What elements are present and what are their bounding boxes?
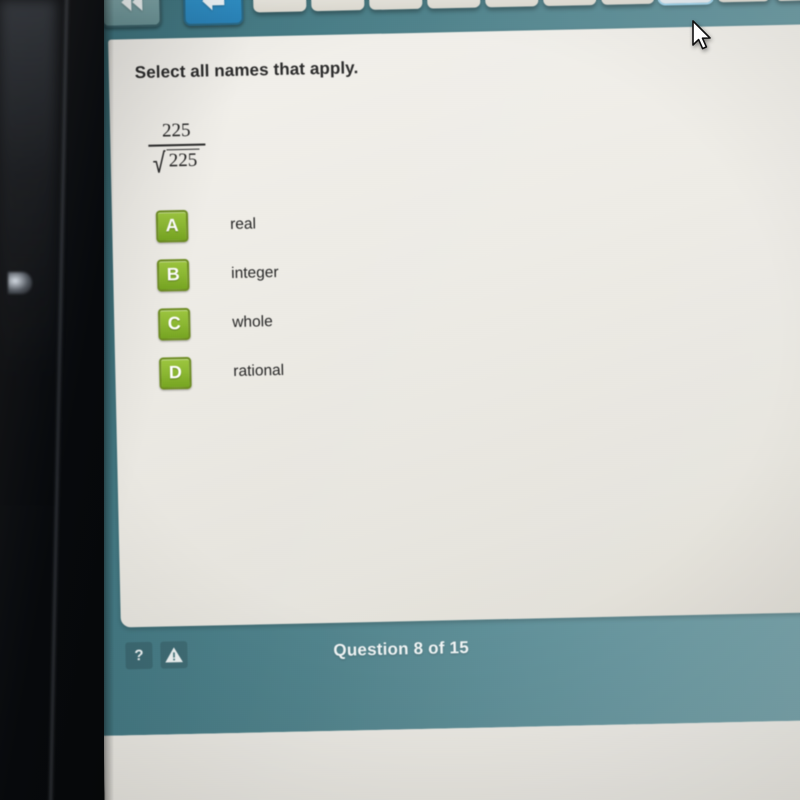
choice-letter-badge-d[interactable]: D — [158, 356, 192, 390]
alert-button[interactable] — [160, 640, 188, 669]
answer-choice-d[interactable]: D rational — [158, 346, 285, 398]
bezel-reflection — [0, 0, 56, 520]
help-button[interactable]: ? — [125, 641, 153, 669]
fraction-denominator: 225 — [148, 145, 205, 174]
fraction-numerator: 225 — [161, 119, 191, 142]
choice-letter-badge-c[interactable]: C — [157, 307, 191, 341]
question-tab-9[interactable]: 9 — [716, 0, 771, 3]
double-chevron-left-icon — [117, 0, 145, 13]
question-tab-5[interactable]: 5 — [484, 0, 539, 8]
question-tab-10[interactable]: 10 — [774, 0, 800, 2]
status-icon-group: ? — [125, 640, 188, 669]
square-root-group: 225 — [152, 148, 200, 174]
math-expression: 225 225 — [148, 120, 206, 175]
answer-choice-c[interactable]: C whole — [157, 297, 284, 349]
photo-of-screen: 1 2 3 4 5 6 7 8 9 10 Select all names th… — [0, 0, 800, 800]
question-tab-6[interactable]: 6 — [542, 0, 597, 7]
answer-choice-b[interactable]: B integer — [156, 248, 283, 300]
choice-label-d: rational — [233, 361, 285, 380]
choice-label-c: whole — [232, 312, 273, 331]
radicand-value: 225 — [166, 148, 200, 172]
question-counter: Question 8 of 15 — [333, 637, 470, 660]
back-arrow-icon — [199, 0, 226, 12]
question-tab-7[interactable]: 7 — [600, 0, 655, 5]
choice-label-b: integer — [230, 263, 279, 282]
question-tab-3[interactable]: 3 — [368, 0, 423, 10]
bezel-notch-highlight — [8, 272, 32, 294]
question-content-panel: Select all names that apply. 225 225 A r… — [108, 23, 800, 628]
choice-label-a: real — [229, 214, 257, 233]
app-chrome: 1 2 3 4 5 6 7 8 9 10 Select all names th… — [86, 0, 800, 736]
question-tab-4[interactable]: 4 — [426, 0, 481, 9]
choice-letter-badge-b[interactable]: B — [156, 258, 190, 292]
question-mark-icon: ? — [134, 646, 144, 664]
screen-surface: 1 2 3 4 5 6 7 8 9 10 Select all names th… — [86, 0, 800, 800]
warning-triangle-icon — [164, 646, 183, 663]
choice-letter-badge-a[interactable]: A — [155, 209, 189, 243]
answer-choice-a[interactable]: A real — [155, 199, 282, 251]
question-prompt: Select all names that apply. — [134, 58, 359, 83]
square-root-icon — [152, 149, 167, 174]
question-tab-2[interactable]: 2 — [310, 0, 365, 12]
question-tab-8[interactable]: 8 — [658, 0, 713, 4]
answer-choice-list: A real B integer C whole D rational — [155, 199, 285, 398]
previous-question-button[interactable] — [182, 0, 244, 26]
question-tab-1[interactable]: 1 — [252, 0, 307, 13]
